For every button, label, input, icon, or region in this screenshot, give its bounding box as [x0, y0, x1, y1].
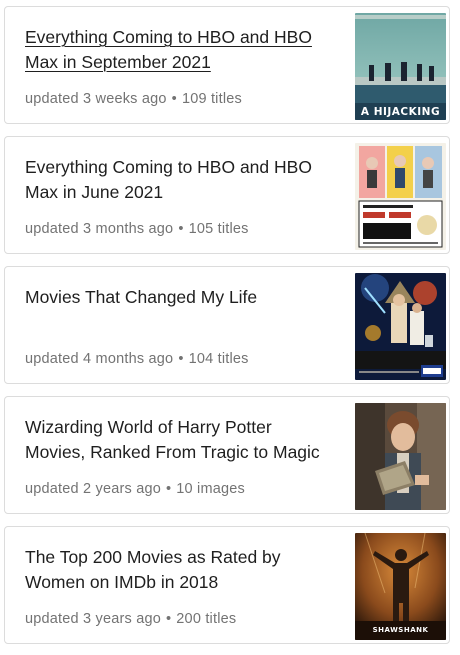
meta-separator: • [178, 351, 184, 367]
vintage-film-poster[interactable] [355, 143, 446, 250]
fantastic-beasts-still[interactable] [355, 403, 446, 510]
meta-separator: • [178, 221, 184, 237]
list-card[interactable]: Everything Coming to HBO and HBO Max in … [4, 136, 450, 254]
poster-title: A HIJACKING [360, 106, 441, 118]
list-updated: updated 3 years ago [25, 611, 162, 627]
list-card[interactable]: Wizarding World of Harry Potter Movies, … [4, 396, 450, 514]
list-card[interactable]: Movies That Changed My Life updated 4 mo… [4, 266, 450, 384]
list-updated: updated 4 months ago [25, 351, 174, 367]
list-meta: updated 3 months ago • 105 titles [25, 220, 249, 238]
shawshank-redemption-poster[interactable]: SHAWSHANK [355, 533, 446, 640]
list-count: 105 titles [188, 221, 249, 237]
star-wars-poster[interactable] [355, 273, 446, 380]
meta-separator: • [166, 481, 172, 497]
meta-separator: • [171, 91, 177, 107]
meta-separator: • [166, 611, 172, 627]
a-hijacking-poster[interactable]: A HIJACKING [355, 13, 446, 120]
user-lists: Everything Coming to HBO and HBO Max in … [0, 0, 460, 655]
list-updated: updated 3 weeks ago [25, 91, 167, 107]
list-title-link[interactable]: The Top 200 Movies as Rated by Women on … [25, 545, 335, 595]
list-count: 200 titles [176, 611, 237, 627]
list-count: 109 titles [181, 91, 242, 107]
list-title-link[interactable]: Wizarding World of Harry Potter Movies, … [25, 415, 335, 465]
list-count: 10 images [176, 481, 245, 497]
list-count: 104 titles [188, 351, 249, 367]
list-meta: updated 3 years ago • 200 titles [25, 610, 236, 628]
list-card[interactable]: The Top 200 Movies as Rated by Women on … [4, 526, 450, 644]
list-title-link[interactable]: Everything Coming to HBO and HBO Max in … [25, 155, 335, 205]
list-card[interactable]: Everything Coming to HBO and HBO Max in … [4, 6, 450, 124]
poster-title: SHAWSHANK [372, 626, 429, 634]
list-updated: updated 2 years ago [25, 481, 162, 497]
list-title-link[interactable]: Everything Coming to HBO and HBO Max in … [25, 25, 335, 75]
list-meta: updated 2 years ago • 10 images [25, 480, 245, 498]
list-meta: updated 3 weeks ago • 109 titles [25, 90, 242, 108]
list-title-link[interactable]: Movies That Changed My Life [25, 285, 335, 310]
list-meta: updated 4 months ago • 104 titles [25, 350, 249, 368]
list-updated: updated 3 months ago [25, 221, 174, 237]
